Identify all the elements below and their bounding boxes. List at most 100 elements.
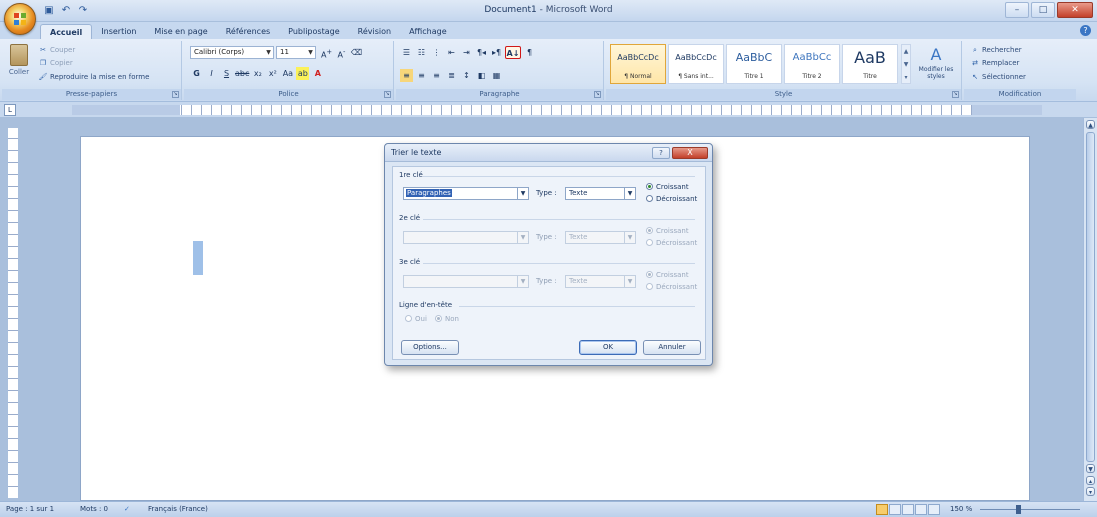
increase-indent-icon[interactable]: ⇥ — [460, 46, 473, 59]
key1-type-dropdown[interactable]: Texte ▼ — [565, 187, 636, 200]
ok-button[interactable]: OK — [579, 340, 637, 355]
key3-field-dropdown[interactable]: ▼ — [403, 275, 529, 288]
office-button[interactable] — [4, 3, 36, 35]
draft-icon[interactable] — [928, 504, 940, 515]
key3-descending-radio[interactable]: Décroissant — [646, 283, 697, 291]
key1-ascending-radio[interactable]: Croissant — [646, 183, 689, 191]
help-icon[interactable]: ? — [1080, 25, 1091, 36]
style-heading-2[interactable]: AaBbCc Titre 2 — [784, 44, 840, 84]
word-count[interactable]: Mots : 0 — [80, 502, 108, 517]
key2-descending-radio[interactable]: Décroissant — [646, 239, 697, 247]
style-title[interactable]: AaB Titre — [842, 44, 898, 84]
shrink-font-icon[interactable]: A- — [335, 46, 348, 60]
paragraph-launcher-icon[interactable]: ↘ — [594, 91, 601, 98]
zoom-level[interactable]: 150 % — [950, 502, 972, 517]
bold-icon[interactable]: G — [190, 67, 203, 80]
style-normal[interactable]: AaBbCcDc ¶ Normal — [610, 44, 666, 84]
vertical-scrollbar[interactable]: ▲ ▼ ▴ ▾ — [1083, 118, 1097, 501]
tab-publipostage[interactable]: Publipostage — [279, 24, 348, 39]
tab-accueil[interactable]: Accueil — [40, 24, 93, 39]
clipboard-launcher-icon[interactable]: ↘ — [172, 91, 179, 98]
superscript-icon[interactable]: x² — [266, 67, 279, 80]
ltr-icon[interactable]: ▸¶ — [490, 46, 503, 59]
language-indicator[interactable]: Français (France) — [148, 502, 208, 517]
full-screen-reading-icon[interactable] — [889, 504, 901, 515]
styles-scroll[interactable]: ▲ ▼ ▾ — [901, 44, 911, 84]
justify-icon[interactable]: ≣ — [445, 69, 458, 82]
tab-mise-en-page[interactable]: Mise en page — [145, 24, 216, 39]
multilevel-list-icon[interactable]: ⋮ — [430, 46, 443, 59]
rtl-icon[interactable]: ¶◂ — [475, 46, 488, 59]
dialog-close-icon[interactable]: X — [672, 147, 708, 159]
tab-affichage[interactable]: Affichage — [400, 24, 456, 39]
strikethrough-icon[interactable]: abc — [235, 67, 249, 80]
header-row-yes-radio[interactable]: Oui — [405, 315, 427, 323]
minimize-icon[interactable]: – — [1005, 2, 1029, 18]
font-color-icon[interactable]: A — [311, 67, 324, 80]
style-heading-1[interactable]: AaBbC Titre 1 — [726, 44, 782, 84]
key2-ascending-radio[interactable]: Croissant — [646, 227, 689, 235]
tab-selector-icon[interactable]: L — [4, 104, 16, 116]
numbering-icon[interactable]: ☷ — [415, 46, 428, 59]
proofing-icon[interactable]: ✓ — [124, 502, 130, 517]
tab-revision[interactable]: Révision — [349, 24, 400, 39]
tab-references[interactable]: Références — [217, 24, 279, 39]
page-count[interactable]: Page : 1 sur 1 — [6, 502, 54, 517]
show-marks-icon[interactable]: ¶ — [523, 46, 536, 59]
format-painter-button[interactable]: 🖌 Reproduire la mise en forme — [38, 71, 150, 83]
dialog-help-icon[interactable]: ? — [652, 147, 670, 159]
find-button[interactable]: ⌕ Rechercher — [970, 44, 1022, 56]
scroll-up-icon[interactable]: ▲ — [1086, 120, 1095, 129]
horizontal-ruler[interactable] — [72, 105, 1042, 115]
styles-launcher-icon[interactable]: ↘ — [952, 91, 959, 98]
sort-icon[interactable]: A↓ — [505, 46, 521, 59]
vertical-ruler[interactable] — [8, 128, 18, 498]
scrollbar-thumb[interactable] — [1086, 132, 1095, 462]
cut-button[interactable]: ✂ Couper — [38, 44, 75, 56]
bullets-icon[interactable]: ☰ — [400, 46, 413, 59]
align-center-icon[interactable]: ≡ — [415, 69, 428, 82]
tab-insertion[interactable]: Insertion — [92, 24, 145, 39]
key3-type-dropdown[interactable]: Texte ▼ — [565, 275, 636, 288]
key3-ascending-radio[interactable]: Croissant — [646, 271, 689, 279]
key1-descending-radio[interactable]: Décroissant — [646, 195, 697, 203]
web-layout-icon[interactable] — [902, 504, 914, 515]
highlight-icon[interactable]: ab — [296, 67, 310, 80]
select-button[interactable]: ↖ Sélectionner — [970, 71, 1026, 83]
grow-font-icon[interactable]: A+ — [320, 46, 333, 60]
change-styles-button[interactable]: A Modifier les styles — [914, 44, 958, 84]
replace-button[interactable]: ⇄ Remplacer — [970, 57, 1019, 69]
shading-icon[interactable]: ◧ — [475, 69, 488, 82]
align-left-icon[interactable]: ≡ — [400, 69, 413, 82]
italic-icon[interactable]: I — [205, 67, 218, 80]
zoom-slider[interactable] — [980, 505, 1080, 514]
decrease-indent-icon[interactable]: ⇤ — [445, 46, 458, 59]
outline-icon[interactable] — [915, 504, 927, 515]
zoom-slider-knob[interactable] — [1016, 505, 1021, 514]
underline-icon[interactable]: S — [220, 67, 233, 80]
borders-icon[interactable]: ▦ — [490, 69, 503, 82]
clear-format-icon[interactable]: ⌫ — [350, 46, 363, 59]
align-right-icon[interactable]: ≡ — [430, 69, 443, 82]
style-no-spacing[interactable]: AaBbCcDc ¶ Sans int... — [668, 44, 724, 84]
key1-field-dropdown[interactable]: Paragraphes ▼ — [403, 187, 529, 200]
cancel-button[interactable]: Annuler — [643, 340, 701, 355]
subscript-icon[interactable]: x₂ — [251, 67, 264, 80]
copy-button[interactable]: ❐ Copier — [38, 57, 73, 69]
font-launcher-icon[interactable]: ↘ — [384, 91, 391, 98]
font-size-combo[interactable]: 11 ▼ — [276, 46, 316, 59]
line-spacing-icon[interactable]: ↕ — [460, 69, 473, 82]
key2-type-dropdown[interactable]: Texte ▼ — [565, 231, 636, 244]
close-icon[interactable]: ✕ — [1057, 2, 1093, 18]
options-button[interactable]: Options... — [401, 340, 459, 355]
font-name-combo[interactable]: Calibri (Corps) ▼ — [190, 46, 274, 59]
change-case-icon[interactable]: Aa — [281, 67, 294, 80]
paste-button[interactable]: Coller — [6, 44, 32, 84]
scroll-down-icon[interactable]: ▼ — [1086, 464, 1095, 473]
header-row-no-radio[interactable]: Non — [435, 315, 459, 323]
next-page-icon[interactable]: ▾ — [1086, 487, 1095, 496]
key2-field-dropdown[interactable]: ▼ — [403, 231, 529, 244]
prev-page-icon[interactable]: ▴ — [1086, 476, 1095, 485]
maximize-icon[interactable]: □ — [1031, 2, 1055, 18]
print-layout-icon[interactable] — [876, 504, 888, 515]
